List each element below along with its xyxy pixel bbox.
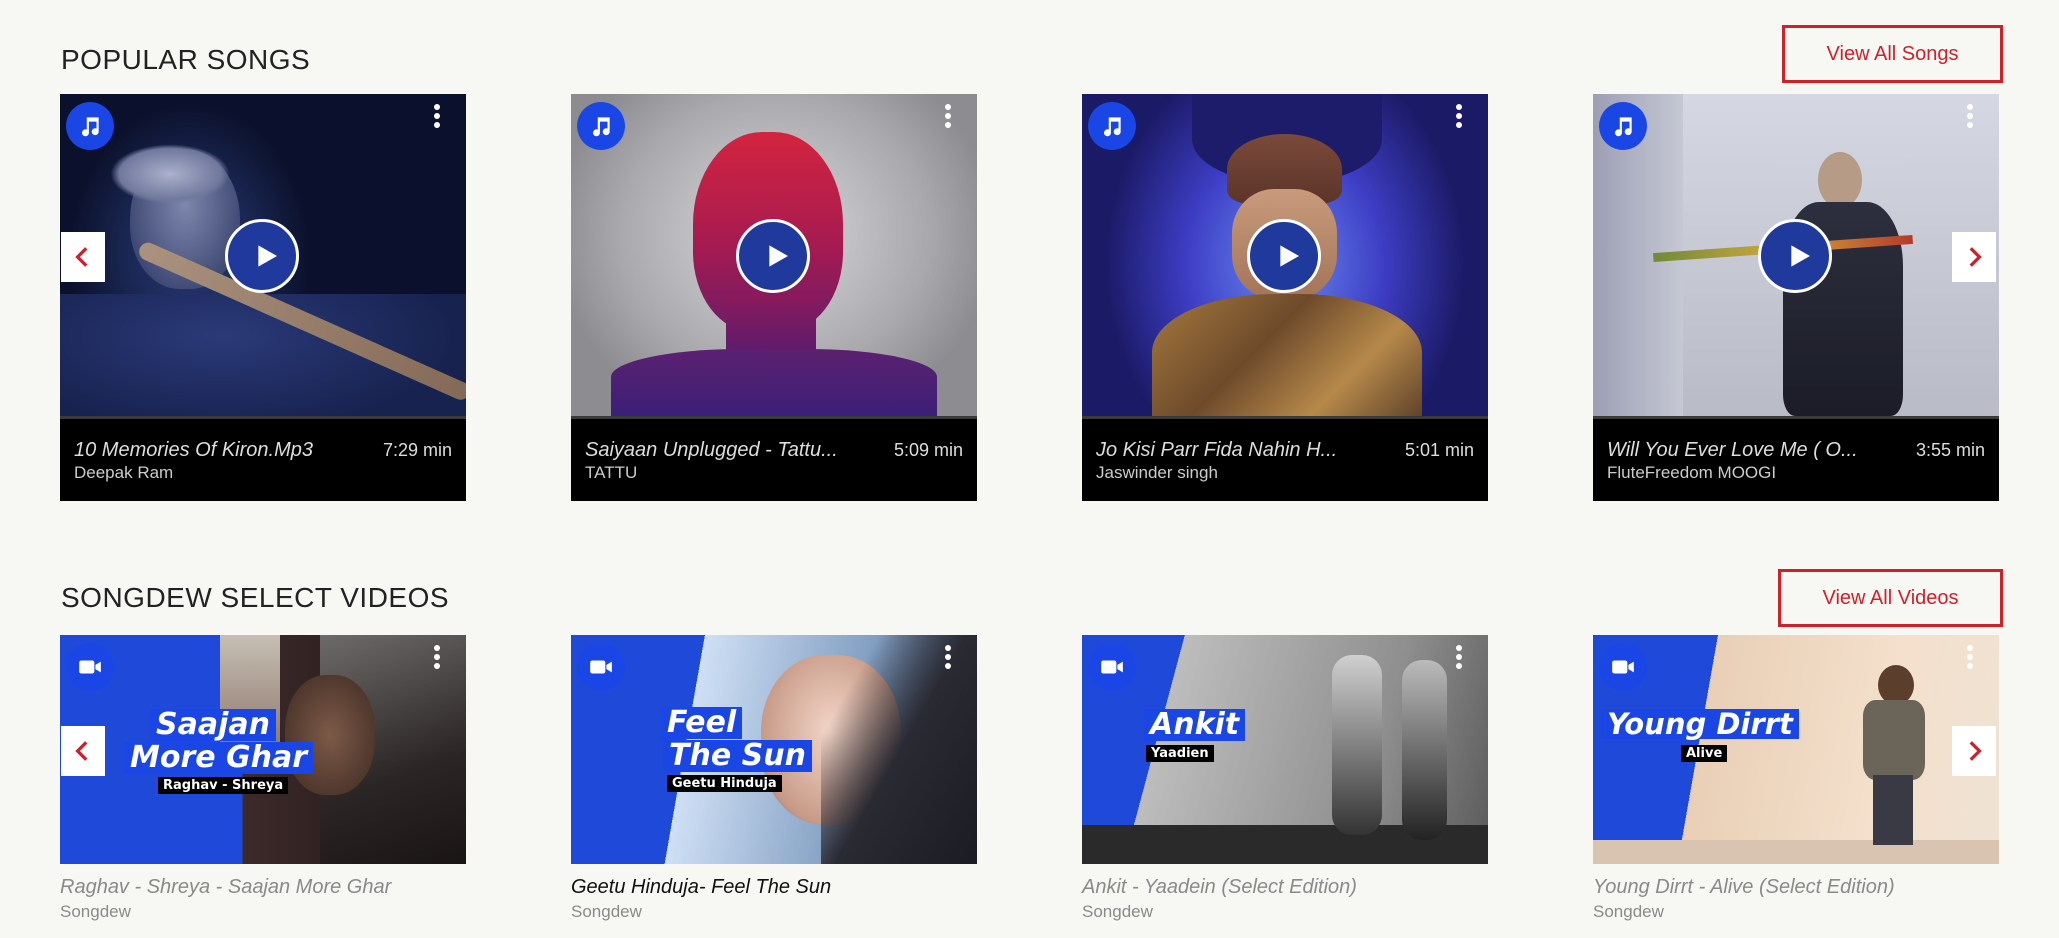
music-note-icon [1599, 102, 1647, 150]
kebab-menu-icon[interactable] [945, 645, 951, 672]
video-card[interactable]: Feel The Sun Geetu Hinduja Geetu Hinduja… [571, 635, 977, 935]
kebab-menu-icon[interactable] [1967, 104, 1973, 131]
song-thumbnail[interactable] [571, 94, 977, 416]
view-all-videos-button[interactable]: View All Videos [1778, 569, 2003, 627]
song-card[interactable]: Will You Ever Love Me ( O... 3:55 min Fl… [1593, 94, 1999, 501]
section-title: POPULAR SONGS [61, 44, 311, 75]
song-title[interactable]: Saiyaan Unplugged - Tattu... [585, 439, 855, 462]
kebab-menu-icon[interactable] [1967, 645, 1973, 672]
song-artist[interactable]: Deepak Ram [74, 463, 173, 483]
song-duration: 3:55 min [1915, 440, 1985, 460]
video-camera-icon [1088, 643, 1136, 691]
play-icon[interactable] [736, 219, 810, 293]
video-overlay-title: Ankit [1144, 709, 1246, 741]
play-icon[interactable] [1758, 219, 1832, 293]
song-title[interactable]: Will You Ever Love Me ( O... [1607, 439, 1877, 462]
video-camera-icon [1599, 643, 1647, 691]
video-overlay-subtitle: Alive [1681, 745, 1728, 762]
video-overlay-subtitle: Raghav - Shreya [158, 777, 289, 794]
kebab-menu-icon[interactable] [434, 104, 440, 131]
song-thumbnail[interactable] [60, 94, 466, 416]
kebab-menu-icon[interactable] [1456, 104, 1462, 131]
video-overlay-subtitle: Yaadien [1146, 745, 1214, 762]
song-info: Saiyaan Unplugged - Tattu... 5:09 min TA… [571, 416, 977, 501]
video-overlay-title: Saajan [150, 709, 276, 741]
carousel-next-button[interactable] [1952, 232, 1996, 282]
song-info: Will You Ever Love Me ( O... 3:55 min Fl… [1593, 416, 1999, 501]
kebab-menu-icon[interactable] [434, 645, 440, 672]
video-title[interactable]: Raghav - Shreya - Saajan More Ghar [60, 876, 391, 899]
music-note-icon [577, 102, 625, 150]
play-icon[interactable] [1247, 219, 1321, 293]
video-overlay-subtitle: Geetu Hinduja [667, 775, 782, 792]
video-card[interactable]: Ankit Yaadien Ankit - Yaadein (Select Ed… [1082, 635, 1488, 935]
video-camera-icon [66, 643, 114, 691]
video-title[interactable]: Geetu Hinduja- Feel The Sun [571, 876, 831, 899]
video-thumbnail[interactable]: Feel The Sun Geetu Hinduja [571, 635, 977, 864]
song-card[interactable]: Jo Kisi Parr Fida Nahin H... 5:01 min Ja… [1082, 94, 1488, 501]
song-artist[interactable]: TATTU [585, 463, 637, 483]
play-icon[interactable] [225, 219, 299, 293]
video-card[interactable]: Saajan More Ghar Raghav - Shreya Raghav … [60, 635, 466, 935]
carousel-prev-button[interactable] [61, 232, 105, 282]
chevron-left-icon [70, 244, 96, 270]
kebab-menu-icon[interactable] [1456, 645, 1462, 672]
music-note-icon [1088, 102, 1136, 150]
view-all-songs-button[interactable]: View All Songs [1782, 25, 2003, 83]
video-overlay-title: More Ghar [124, 742, 314, 774]
song-info: 10 Memories Of Kiron.Mp3 7:29 min Deepak… [60, 416, 466, 501]
video-title[interactable]: Young Dirrt - Alive (Select Edition) [1593, 876, 1895, 899]
popular-songs-section: POPULAR SONGS View All Songs 10 Memories… [0, 0, 2059, 520]
song-duration: 5:09 min [893, 440, 963, 460]
song-artist[interactable]: Jaswinder singh [1096, 463, 1218, 483]
video-title[interactable]: Ankit - Yaadein (Select Edition) [1082, 876, 1357, 899]
section-title: SONGDEW SELECT VIDEOS [61, 582, 450, 613]
song-thumbnail[interactable] [1082, 94, 1488, 416]
chevron-right-icon [1961, 244, 1987, 270]
video-overlay-title: Feel [661, 707, 743, 739]
video-channel[interactable]: Songdew [1593, 902, 1664, 922]
song-info: Jo Kisi Parr Fida Nahin H... 5:01 min Ja… [1082, 416, 1488, 501]
song-title[interactable]: 10 Memories Of Kiron.Mp3 [74, 439, 344, 462]
video-camera-icon [577, 643, 625, 691]
music-note-icon [66, 102, 114, 150]
song-duration: 5:01 min [1404, 440, 1474, 460]
video-overlay-title: The Sun [663, 740, 812, 772]
song-thumbnail[interactable] [1593, 94, 1999, 416]
chevron-left-icon [70, 738, 96, 764]
song-title[interactable]: Jo Kisi Parr Fida Nahin H... [1096, 439, 1366, 462]
select-videos-section: SONGDEW SELECT VIDEOS View All Videos Sa… [0, 540, 2059, 938]
video-channel[interactable]: Songdew [1082, 902, 1153, 922]
video-channel[interactable]: Songdew [60, 902, 131, 922]
video-thumbnail[interactable]: Ankit Yaadien [1082, 635, 1488, 864]
video-card[interactable]: Young Dirrt Alive Young Dirrt - Alive (S… [1593, 635, 1999, 935]
chevron-right-icon [1961, 738, 1987, 764]
video-overlay-title: Young Dirrt [1601, 709, 1799, 739]
video-thumbnail[interactable]: Saajan More Ghar Raghav - Shreya [60, 635, 466, 864]
video-channel[interactable]: Songdew [571, 902, 642, 922]
song-card[interactable]: 10 Memories Of Kiron.Mp3 7:29 min Deepak… [60, 94, 466, 501]
carousel-next-button[interactable] [1952, 726, 1996, 776]
carousel-prev-button[interactable] [61, 726, 105, 776]
song-duration: 7:29 min [382, 440, 452, 460]
kebab-menu-icon[interactable] [945, 104, 951, 131]
song-artist[interactable]: FluteFreedom MOOGI [1607, 463, 1776, 483]
song-card[interactable]: Saiyaan Unplugged - Tattu... 5:09 min TA… [571, 94, 977, 501]
video-thumbnail[interactable]: Young Dirrt Alive [1593, 635, 1999, 864]
